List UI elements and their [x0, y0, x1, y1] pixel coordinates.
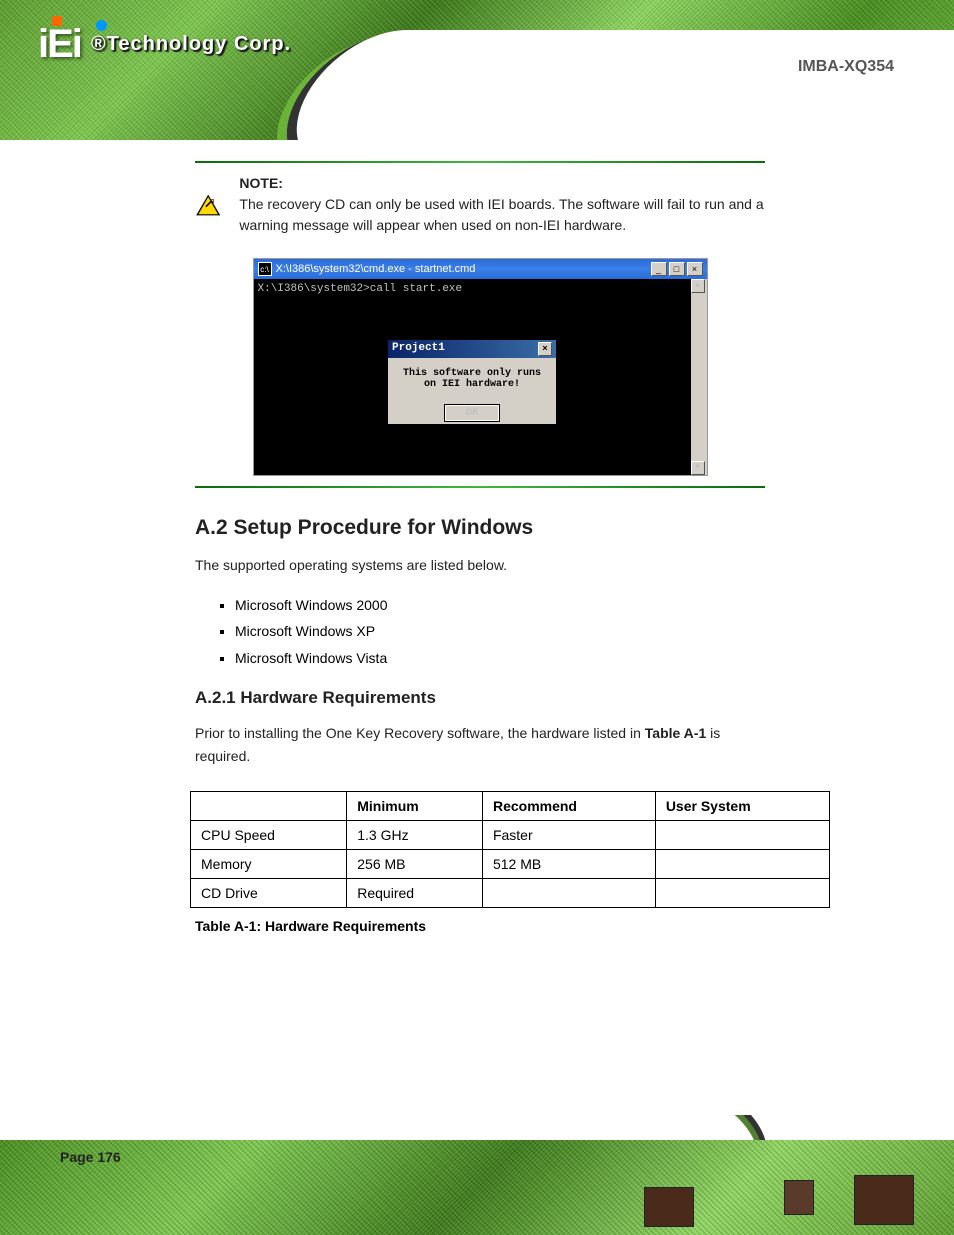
- table-cell: Memory: [191, 850, 347, 879]
- cmd-title-text: X:\I386\system32\cmd.exe - startnet.cmd: [276, 263, 651, 275]
- section-para-2: Prior to installing the One Key Recovery…: [195, 722, 765, 770]
- warning-dialog: Project1 × This software only runs on IE…: [387, 339, 557, 425]
- table-cell: Required: [347, 879, 483, 908]
- table-header-cell: Recommend: [482, 792, 655, 821]
- minimize-icon[interactable]: _: [651, 262, 667, 276]
- dialog-title-text: Project1: [392, 342, 445, 356]
- list-item: Microsoft Windows 2000: [235, 592, 765, 619]
- footer-strip: [0, 1140, 954, 1235]
- section-heading: A.2 Setup Procedure for Windows: [195, 516, 765, 540]
- table-cell: [655, 879, 829, 908]
- dialog-close-icon[interactable]: ×: [538, 342, 552, 356]
- table-row: Minimum Recommend User System: [191, 792, 830, 821]
- ok-button[interactable]: OK: [444, 404, 500, 422]
- maximize-icon[interactable]: □: [669, 262, 685, 276]
- scroll-down-icon[interactable]: ▼: [691, 461, 705, 475]
- requirements-table: Minimum Recommend User System CPU Speed …: [190, 791, 830, 908]
- table-cell: CPU Speed: [191, 821, 347, 850]
- list-item: Microsoft Windows Vista: [235, 645, 765, 672]
- scroll-up-icon[interactable]: ▲: [691, 279, 705, 293]
- logo-orange-dot-icon: [52, 16, 62, 26]
- table-header-cell: User System: [655, 792, 829, 821]
- page-number: Page 176: [60, 1149, 121, 1165]
- table-cell: 256 MB: [347, 850, 483, 879]
- table-cell: CD Drive: [191, 879, 347, 908]
- chip-icon: [854, 1175, 914, 1225]
- os-list: Microsoft Windows 2000 Microsoft Windows…: [235, 592, 765, 672]
- chip-icon: [644, 1187, 694, 1227]
- window-controls: _ □ ×: [651, 262, 703, 276]
- divider-top: [195, 161, 765, 163]
- cmd-window: c:\ X:\I386\system32\cmd.exe - startnet.…: [253, 258, 708, 476]
- dialog-titlebar: Project1 ×: [388, 340, 556, 358]
- table-cell: [482, 879, 655, 908]
- list-item: Microsoft Windows XP: [235, 618, 765, 645]
- bottom-banner: Page 176: [0, 1115, 954, 1235]
- chip-icon: [784, 1180, 814, 1215]
- section-para-1: The supported operating systems are list…: [195, 554, 765, 578]
- section-subheading: A.2.1 Hardware Requirements: [195, 688, 765, 708]
- close-icon[interactable]: ×: [687, 262, 703, 276]
- divider-bottom: [195, 486, 765, 488]
- warning-triangle-icon: [195, 185, 221, 225]
- cmd-body: X:\I386\system32>call start.exe ▲ ▼ Proj…: [254, 279, 707, 475]
- table-row: CPU Speed 1.3 GHz Faster: [191, 821, 830, 850]
- table-row: CD Drive Required: [191, 879, 830, 908]
- table-header-cell: Minimum: [347, 792, 483, 821]
- table-cell: 512 MB: [482, 850, 655, 879]
- cmd-titlebar: c:\ X:\I386\system32\cmd.exe - startnet.…: [254, 259, 707, 279]
- table-cell: [655, 821, 829, 850]
- top-banner: IMBA-XQ354 iEi ®Technology Corp.: [0, 0, 954, 140]
- note-label: NOTE:: [239, 175, 283, 191]
- scrollbar[interactable]: ▲ ▼: [691, 279, 707, 475]
- table-header-cell: [191, 792, 347, 821]
- logo-iei-text: iEi: [38, 22, 81, 66]
- note-body: NOTE: The recovery CD can only be used w…: [239, 173, 765, 236]
- logo-block: iEi ®Technology Corp.: [38, 22, 291, 67]
- note-text: The recovery CD can only be used with IE…: [239, 194, 765, 236]
- product-name: IMBA-XQ354: [798, 58, 894, 76]
- logo-text: iEi: [38, 22, 81, 67]
- cmd-line: X:\I386\system32>call start.exe: [258, 283, 687, 295]
- table-reference: Table A-1: [645, 725, 706, 741]
- logo-subtitle: ®Technology Corp.: [91, 33, 291, 56]
- table-caption: Table A-1: Hardware Requirements: [195, 918, 765, 934]
- para-text: Prior to installing the One Key Recovery…: [195, 725, 641, 741]
- table-cell: [655, 850, 829, 879]
- table-cell: Faster: [482, 821, 655, 850]
- table-row: Memory 256 MB 512 MB: [191, 850, 830, 879]
- table-cell: 1.3 GHz: [347, 821, 483, 850]
- embedded-screenshot: c:\ X:\I386\system32\cmd.exe - startnet.…: [195, 258, 765, 476]
- page-content: NOTE: The recovery CD can only be used w…: [195, 155, 765, 934]
- note-block: NOTE: The recovery CD can only be used w…: [195, 173, 765, 236]
- cmd-prompt-icon: c:\: [258, 262, 272, 276]
- logo-blue-dot-icon: [96, 20, 107, 31]
- dialog-message: This software only runs on IEI hardware!: [388, 358, 556, 398]
